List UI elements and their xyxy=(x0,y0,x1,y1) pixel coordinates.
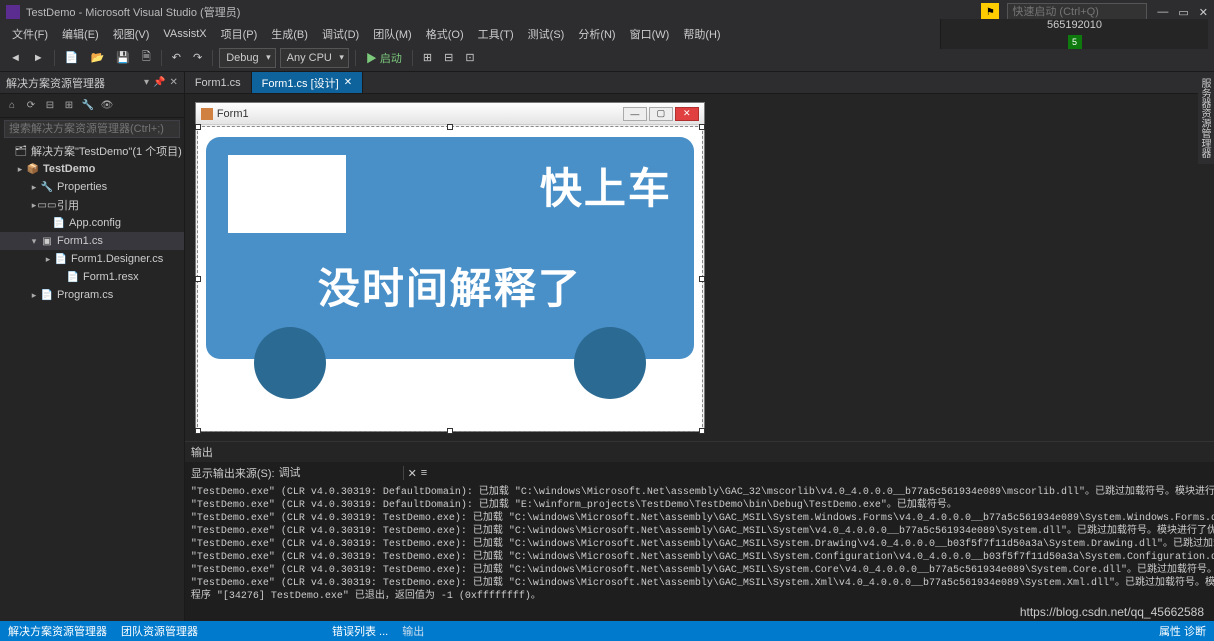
config-icon: 📄 xyxy=(52,216,66,230)
open-icon[interactable]: 📂 xyxy=(86,49,108,66)
output-source-combo[interactable]: 调试 xyxy=(279,464,399,482)
menu-window[interactable]: 窗口(W) xyxy=(624,24,676,44)
form-min-button[interactable]: — xyxy=(623,107,647,121)
server-explorer-tab[interactable]: 服务器资源管理器 xyxy=(1198,72,1214,164)
menu-analyze[interactable]: 分析(N) xyxy=(572,24,621,44)
save-icon[interactable]: 💾 xyxy=(112,49,134,66)
nav-back-icon[interactable]: ◄ xyxy=(6,50,25,66)
document-tabs: Form1.cs Form1.cs [设计]✕ xyxy=(185,72,1214,94)
collapse-icon[interactable]: ⊟ xyxy=(42,98,58,114)
showall-icon[interactable]: ⊞ xyxy=(61,98,77,114)
new-icon[interactable]: 📄 xyxy=(61,49,83,66)
refresh-icon[interactable]: ⟳ xyxy=(23,98,39,114)
start-button[interactable]: ▶ 启动 xyxy=(362,48,406,68)
maximize-button[interactable]: ▭ xyxy=(1178,6,1188,19)
vs-icon xyxy=(6,5,20,19)
solution-toolbar: ⌂ ⟳ ⊟ ⊞ 🔧 👁 xyxy=(0,94,184,118)
output-panel: 输出 显示输出来源(S): 调试 ✕ ≡ "TestDemo.exe" (CLR… xyxy=(185,441,1214,621)
solution-icon: 🗂 xyxy=(14,144,28,158)
refs-icon: ▭▭ xyxy=(40,198,54,212)
clear-icon[interactable]: ✕ xyxy=(408,467,417,480)
preview-icon[interactable]: 👁 xyxy=(99,98,115,114)
nav-fwd-icon[interactable]: ► xyxy=(29,50,48,66)
window-title: TestDemo - Microsoft Visual Studio (管理员) xyxy=(26,4,981,20)
form-max-button[interactable]: ▢ xyxy=(649,107,673,121)
menu-bar: 文件(F) 编辑(E) 视图(V) VAssistX 项目(P) 生成(B) 调… xyxy=(0,24,1214,44)
redo-icon[interactable]: ↷ xyxy=(189,49,206,66)
solution-tree[interactable]: 🗂解决方案"TestDemo"(1 个项目) ▸📦TestDemo ▸🔧Prop… xyxy=(0,140,184,621)
output-from-label: 显示输出来源(S): xyxy=(191,465,275,481)
menu-build[interactable]: 生成(B) xyxy=(265,24,314,44)
form-titlebar: Form1 — ▢ ✕ xyxy=(196,103,704,125)
undo-icon[interactable]: ↶ xyxy=(168,49,185,66)
cs-icon: 📄 xyxy=(40,288,54,302)
menu-test[interactable]: 测试(S) xyxy=(522,24,571,44)
save-all-icon[interactable]: 🗎 xyxy=(138,46,155,69)
form-icon xyxy=(201,108,213,120)
status-bar: 解决方案资源管理器 团队资源管理器 错误列表 ... 输出 属性 诊断 xyxy=(0,621,1214,641)
menu-tools[interactable]: 工具(T) xyxy=(472,24,520,44)
menu-debug[interactable]: 调试(D) xyxy=(316,24,365,44)
status-solexp[interactable]: 解决方案资源管理器 xyxy=(8,623,107,639)
wrench-icon: 🔧 xyxy=(40,180,54,194)
output-title: 输出 xyxy=(191,444,213,460)
close-icon[interactable]: ✕ xyxy=(344,77,352,88)
design-form[interactable]: Form1 — ▢ ✕ 快上车 没时间解释了 xyxy=(195,102,705,432)
menu-vassistx[interactable]: VAssistX xyxy=(157,26,212,42)
cs-icon: 📄 xyxy=(54,252,68,266)
watermark: https://blog.csdn.net/qq_45662588 xyxy=(1020,605,1204,619)
menu-edit[interactable]: 编辑(E) xyxy=(56,24,105,44)
solution-explorer-panel: 解决方案资源管理器 ▾ 📌 ✕ ⌂ ⟳ ⊟ ⊞ 🔧 👁 🗂解决方案"TestDe… xyxy=(0,72,185,621)
output-log[interactable]: "TestDemo.exe" (CLR v4.0.30319: DefaultD… xyxy=(185,484,1214,621)
form-icon: ▣ xyxy=(40,234,54,248)
toggle-icon[interactable]: ≡ xyxy=(421,467,427,479)
close-button[interactable]: ✕ xyxy=(1199,6,1208,19)
minimize-button[interactable]: — xyxy=(1157,6,1168,19)
status-errorlist[interactable]: 错误列表 ... xyxy=(332,623,388,639)
menu-format[interactable]: 格式(O) xyxy=(420,24,470,44)
align-icon[interactable]: ⊞ xyxy=(419,49,436,66)
menu-project[interactable]: 项目(P) xyxy=(215,24,264,44)
status-right[interactable]: 属性 诊断 xyxy=(1159,623,1206,639)
properties-icon[interactable]: 🔧 xyxy=(80,98,96,114)
menu-view[interactable]: 视图(V) xyxy=(107,24,156,44)
config-combo[interactable]: Debug xyxy=(219,48,275,68)
picturebox-control[interactable]: 快上车 没时间解释了 xyxy=(198,127,702,431)
status-team[interactable]: 团队资源管理器 xyxy=(121,623,198,639)
csproj-icon: 📦 xyxy=(26,162,40,176)
status-output[interactable]: 输出 xyxy=(402,623,424,639)
pin-icon[interactable]: ▾ xyxy=(144,77,149,88)
menu-team[interactable]: 团队(M) xyxy=(367,24,418,44)
align-icon-3[interactable]: ⊡ xyxy=(461,49,478,66)
tab-form1-design[interactable]: Form1.cs [设计]✕ xyxy=(252,72,363,93)
pin-icon[interactable]: 📌 xyxy=(153,77,165,88)
align-icon-2[interactable]: ⊟ xyxy=(440,49,457,66)
account-id[interactable]: 565192010 xyxy=(1047,19,1102,31)
solution-explorer-title: 解决方案资源管理器 ▾ 📌 ✕ xyxy=(0,72,184,94)
home-icon[interactable]: ⌂ xyxy=(4,98,20,114)
tab-form1-code[interactable]: Form1.cs xyxy=(185,72,252,93)
menu-file[interactable]: 文件(F) xyxy=(6,24,54,44)
platform-combo[interactable]: Any CPU xyxy=(280,48,349,68)
sync-badge[interactable]: 5 xyxy=(1068,35,1082,49)
solution-search-input[interactable] xyxy=(4,120,180,138)
form-close-button[interactable]: ✕ xyxy=(675,107,699,121)
resx-icon: 📄 xyxy=(66,270,80,284)
form-designer[interactable]: Form1 — ▢ ✕ 快上车 没时间解释了 xyxy=(185,94,1214,441)
menu-help[interactable]: 帮助(H) xyxy=(677,24,726,44)
close-icon[interactable]: ✕ xyxy=(169,77,177,88)
bus-image: 快上车 没时间解释了 xyxy=(206,137,694,397)
